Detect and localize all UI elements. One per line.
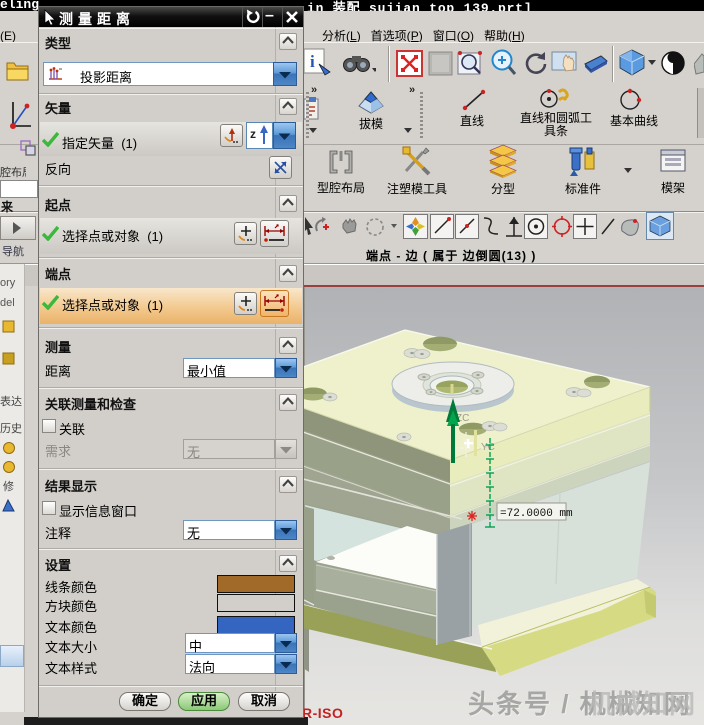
svg-text:YC: YC bbox=[481, 442, 495, 453]
svg-text:=72.0000 mm: =72.0000 mm bbox=[500, 508, 573, 520]
svg-text:i: i bbox=[310, 52, 315, 71]
